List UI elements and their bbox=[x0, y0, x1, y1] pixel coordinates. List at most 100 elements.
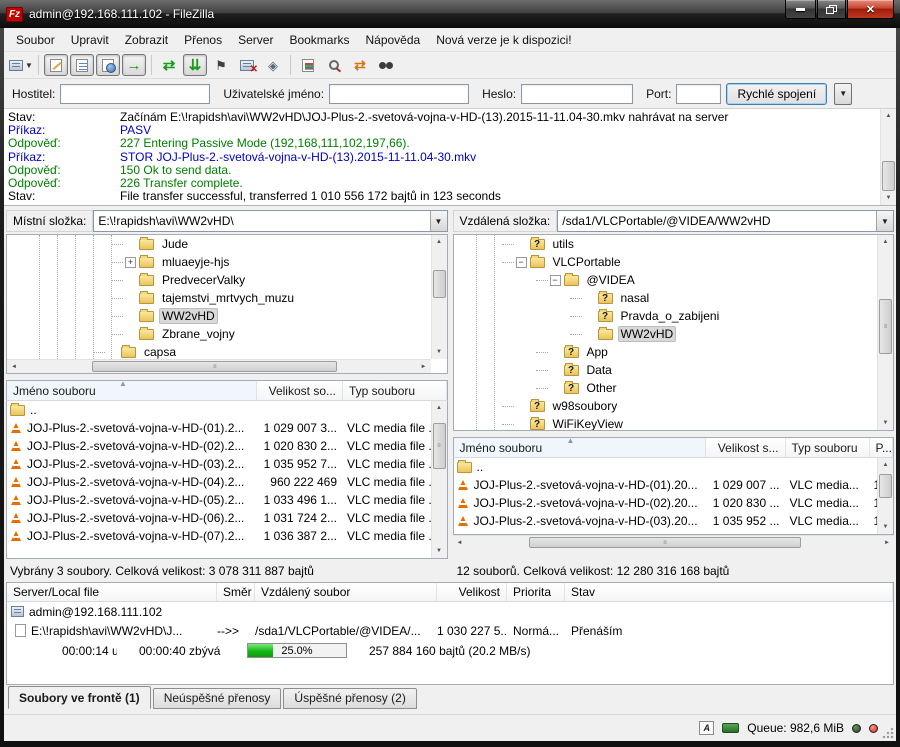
remote-list-hscrollbar[interactable]: ◄≡► bbox=[453, 535, 895, 549]
queue-transfer-row[interactable]: E:\!rapidsh\avi\WW2vHD\J... -->> /sda1/V… bbox=[7, 621, 893, 640]
speed-limits-icon[interactable] bbox=[722, 723, 739, 733]
remote-tree-item[interactable]: nasal bbox=[454, 289, 878, 307]
restore-button[interactable] bbox=[817, 0, 846, 19]
remote-file-row[interactable]: JOJ-Plus-2.-svetová-vojna-v-HD-(03).20..… bbox=[454, 512, 878, 530]
collapse-minus-icon[interactable]: − bbox=[516, 257, 527, 268]
local-file-row[interactable]: JOJ-Plus-2.-svetová-vojna-v-HD-(05).2...… bbox=[7, 491, 431, 509]
remote-col-name-header[interactable]: Jméno souboru▲ bbox=[454, 438, 706, 457]
directory-comparison-button[interactable] bbox=[322, 54, 346, 76]
reconnect-button[interactable]: ◈ bbox=[261, 54, 285, 76]
local-file-row[interactable]: JOJ-Plus-2.-svetová-vojna-v-HD-(06).2...… bbox=[7, 509, 431, 527]
title-bar[interactable]: Fz admin@192.168.111.102 - FileZilla ✕ bbox=[0, 0, 900, 28]
remote-list-vscrollbar[interactable]: ▲▼ bbox=[877, 458, 893, 534]
tab-queued-files[interactable]: Soubory ve frontě (1) bbox=[8, 686, 151, 709]
remote-tree-item[interactable]: −VLCPortable bbox=[454, 253, 878, 271]
chevron-down-icon[interactable]: ▼ bbox=[876, 211, 893, 231]
remote-file-row[interactable]: JOJ-Plus-2.-svetová-vojna-v-HD-(02).20..… bbox=[454, 494, 878, 512]
log-scrollbar[interactable]: ▲▼ bbox=[880, 109, 896, 205]
remote-tree-item[interactable]: App bbox=[454, 343, 878, 361]
local-tree-item[interactable]: Zbrane_vojny bbox=[7, 325, 431, 343]
remote-tree-item-selected[interactable]: WW2vHD bbox=[454, 325, 878, 343]
directory-filters-button[interactable] bbox=[296, 54, 320, 76]
local-tree[interactable]: Jude +mluaeyje-hjs PredvecerValky tajems… bbox=[6, 234, 448, 374]
menu-prenos[interactable]: Přenos bbox=[176, 30, 230, 50]
close-button[interactable]: ✕ bbox=[847, 0, 894, 19]
local-file-row[interactable]: JOJ-Plus-2.-svetová-vojna-v-HD-(07).2...… bbox=[7, 527, 431, 545]
scroll-up-icon[interactable]: ▲ bbox=[881, 109, 896, 123]
local-list-vscrollbar[interactable]: ▲≡▼ bbox=[431, 401, 447, 558]
collapse-minus-icon[interactable]: − bbox=[550, 275, 561, 286]
local-file-list[interactable]: .. JOJ-Plus-2.-svetová-vojna-v-HD-(01).2… bbox=[6, 401, 448, 559]
local-col-size-header[interactable]: Velikost so... bbox=[257, 381, 343, 400]
message-log[interactable]: Stav:Začínám E:\!rapidsh\avi\WW2vHD\JOJ-… bbox=[4, 109, 896, 206]
remote-tree-item[interactable]: w98soubory bbox=[454, 397, 878, 415]
local-tree-item[interactable]: PredvecerValky bbox=[7, 271, 431, 289]
local-col-type-header[interactable]: Typ souboru bbox=[343, 381, 447, 400]
toggle-transfer-queue-button[interactable]: → bbox=[122, 54, 146, 76]
process-queue-button[interactable]: ⇊ bbox=[183, 54, 207, 76]
resize-grip[interactable] bbox=[882, 727, 894, 739]
remote-file-list[interactable]: .. JOJ-Plus-2.-svetová-vojna-v-HD-(01).2… bbox=[453, 458, 895, 535]
remote-tree-item[interactable]: Other bbox=[454, 379, 878, 397]
toggle-remote-tree-button[interactable] bbox=[96, 54, 120, 76]
queue-col-size-header[interactable]: Velikost bbox=[437, 583, 507, 601]
menu-upravit[interactable]: Upravit bbox=[63, 30, 117, 50]
scroll-down-icon[interactable]: ▼ bbox=[881, 191, 896, 205]
menu-new-version[interactable]: Nová verze je k dispozici! bbox=[428, 30, 579, 50]
toggle-local-tree-button[interactable] bbox=[70, 54, 94, 76]
cancel-operation-button[interactable]: ⚑ bbox=[209, 54, 233, 76]
queue-col-status-header[interactable]: Stav bbox=[565, 583, 893, 601]
local-tree-item-selected[interactable]: WW2vHD bbox=[7, 307, 431, 325]
remote-col-type-header[interactable]: Typ souboru bbox=[786, 438, 870, 457]
queue-col-local-header[interactable]: Server/Local file bbox=[7, 583, 217, 601]
local-tree-item[interactable]: Jude bbox=[7, 235, 431, 253]
local-file-row[interactable]: JOJ-Plus-2.-svetová-vojna-v-HD-(04).2...… bbox=[7, 473, 431, 491]
menu-server[interactable]: Server bbox=[230, 30, 281, 50]
username-input[interactable] bbox=[329, 84, 469, 104]
remote-col-modified-header[interactable]: P... bbox=[870, 438, 894, 457]
remote-path-combo[interactable]: /sda1/VLCPortable/@VIDEA/WW2vHD ▼ bbox=[557, 210, 894, 232]
remote-tree[interactable]: utils −VLCPortable −@VIDEA nasal Pravda_… bbox=[453, 234, 895, 431]
queue-col-priority-header[interactable]: Priorita bbox=[507, 583, 565, 601]
queue-col-direction-header[interactable]: Směr bbox=[217, 583, 255, 601]
queue-server-row[interactable]: admin@192.168.111.102 bbox=[7, 602, 893, 621]
remote-tree-item[interactable]: Data bbox=[454, 361, 878, 379]
site-manager-button[interactable]: ▼ bbox=[9, 54, 33, 76]
password-input[interactable] bbox=[521, 84, 633, 104]
find-files-button[interactable] bbox=[374, 54, 398, 76]
menu-bookmarks[interactable]: Bookmarks bbox=[281, 30, 357, 50]
synchronized-browsing-button[interactable]: ⇄ bbox=[348, 54, 372, 76]
remote-tree-vscrollbar[interactable]: ▲≡▼ bbox=[877, 235, 893, 430]
remote-tree-item[interactable]: WiFiKeyView bbox=[454, 415, 878, 430]
local-tree-hscrollbar[interactable]: ◄≡► bbox=[7, 359, 431, 373]
local-col-name-header[interactable]: Jméno souboru▲ bbox=[7, 381, 257, 400]
quickconnect-dropdown-button[interactable]: ▼ bbox=[834, 83, 852, 105]
remote-tree-item[interactable]: Pravda_o_zabijeni bbox=[454, 307, 878, 325]
queue-col-remote-header[interactable]: Vzdálený soubor bbox=[255, 583, 437, 601]
minimize-button[interactable] bbox=[785, 0, 816, 19]
transfer-type-icon[interactable]: A bbox=[699, 721, 714, 735]
menu-napoveda[interactable]: Nápověda bbox=[357, 30, 428, 50]
expand-plus-icon[interactable]: + bbox=[125, 257, 136, 268]
port-input[interactable] bbox=[676, 84, 721, 104]
local-path-combo[interactable]: E:\!rapidsh\avi\WW2vHD\ ▼ bbox=[93, 210, 447, 232]
host-input[interactable] bbox=[60, 84, 210, 104]
local-file-row[interactable]: .. bbox=[7, 401, 431, 419]
remote-file-row[interactable]: JOJ-Plus-2.-svetová-vojna-v-HD-(01).20..… bbox=[454, 476, 878, 494]
tab-failed-transfers[interactable]: Neúspěšné přenosy bbox=[153, 688, 282, 709]
remote-file-row[interactable]: .. bbox=[454, 458, 878, 476]
local-tree-item[interactable]: +mluaeyje-hjs bbox=[7, 253, 431, 271]
menu-zobrazit[interactable]: Zobrazit bbox=[117, 30, 176, 50]
tab-successful-transfers[interactable]: Úspěšné přenosy (2) bbox=[283, 688, 416, 709]
transfer-queue[interactable]: Server/Local file Směr Vzdálený soubor V… bbox=[6, 582, 894, 685]
local-file-row[interactable]: JOJ-Plus-2.-svetová-vojna-v-HD-(02).2...… bbox=[7, 437, 431, 455]
local-tree-item[interactable]: capsa bbox=[7, 343, 431, 359]
quickconnect-button[interactable]: Rychlé spojení bbox=[726, 83, 827, 105]
local-file-row[interactable]: JOJ-Plus-2.-svetová-vojna-v-HD-(01).2...… bbox=[7, 419, 431, 437]
remote-tree-item[interactable]: utils bbox=[454, 235, 878, 253]
remote-tree-item[interactable]: −@VIDEA bbox=[454, 271, 878, 289]
local-tree-item[interactable]: tajemstvi_mrtvych_muzu bbox=[7, 289, 431, 307]
local-tree-vscrollbar[interactable]: ▲▼ bbox=[431, 235, 447, 359]
disconnect-button[interactable]: ✕ bbox=[235, 54, 259, 76]
menu-soubor[interactable]: Soubor bbox=[8, 30, 63, 50]
